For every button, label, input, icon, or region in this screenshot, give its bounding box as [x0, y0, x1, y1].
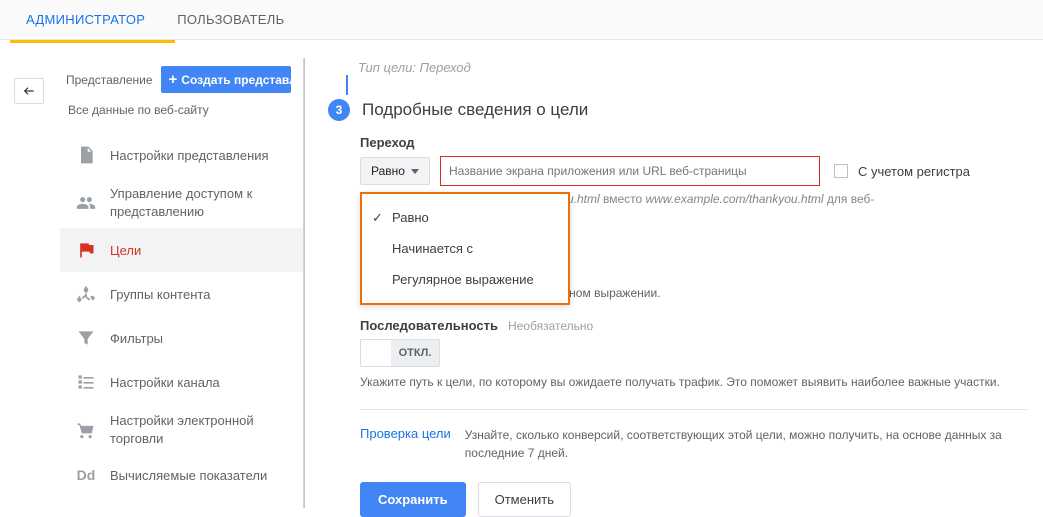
funnel-label: Последовательность [360, 318, 498, 333]
sidebar-item-view-settings[interactable]: Настройки представления [60, 133, 304, 177]
cart-icon [76, 420, 96, 440]
funnel-optional-label: Необязательно [508, 319, 593, 333]
sidebar-item-label: Вычисляемые показатели [110, 468, 267, 483]
top-navigation: АДМИНИСТРАТОР ПОЛЬЗОВАТЕЛЬ [0, 0, 1043, 40]
funnel-toggle[interactable]: ОТКЛ. [360, 339, 440, 367]
view-label: Представление [66, 73, 153, 87]
sidebar-item-ecommerce-settings[interactable]: Настройки электронной торговли [60, 404, 304, 455]
tab-user[interactable]: ПОЛЬЗОВАТЕЛЬ [161, 0, 300, 40]
create-view-label: Создать представл [181, 73, 290, 87]
sidebar-item-content-grouping[interactable]: Группы контента [60, 272, 304, 316]
channel-icon [76, 372, 96, 392]
verify-row: Проверка цели Узнайте, сколько конверсий… [360, 426, 1028, 462]
horizontal-divider [360, 409, 1028, 410]
sidebar-item-label: Цели [110, 243, 141, 258]
sidebar-item-label: Управление доступом к представлению [110, 185, 288, 220]
create-view-button[interactable]: + Создать представл [161, 66, 291, 93]
case-sensitive-label: С учетом регистра [858, 164, 970, 179]
sidebar-item-label: Фильтры [110, 331, 163, 346]
active-tab-underline [10, 40, 175, 43]
step-connector [346, 75, 1028, 95]
match-type-select[interactable]: Равно [360, 157, 430, 185]
sidebar-item-access-management[interactable]: Управление доступом к представлению [60, 177, 304, 228]
flag-icon [76, 240, 96, 260]
funnel-description: Укажите путь к цели, по которому вы ожид… [360, 375, 1028, 389]
view-all-data-link[interactable]: Все данные по веб-сайту [60, 101, 304, 127]
step-number-badge: 3 [328, 99, 350, 121]
save-button[interactable]: Сохранить [360, 482, 466, 517]
sidebar-item-label: Настройки канала [110, 375, 220, 390]
sidebar-item-channel-settings[interactable]: Настройки канала [60, 360, 304, 404]
sidebar-item-label: Настройки электронной торговли [110, 412, 288, 447]
document-icon [76, 145, 96, 165]
dd-icon: Dd [76, 467, 96, 483]
sidebar-item-label: Группы контента [110, 287, 210, 302]
sidebar-item-goals[interactable]: Цели [60, 228, 304, 272]
toggle-track [361, 340, 391, 366]
match-type-dropdown: Равно Начинается с Регулярное выражение [360, 192, 570, 305]
match-option-begins-with[interactable]: Начинается с [362, 233, 568, 264]
destination-row: Равно С учетом регистра Равно Начинается… [360, 156, 1028, 186]
vertical-divider [303, 58, 305, 508]
network-icon [76, 284, 96, 304]
form-actions: Сохранить Отменить [360, 482, 1028, 517]
back-button[interactable] [14, 78, 44, 104]
sidebar: Представление + Создать представл Все да… [60, 58, 304, 495]
tab-administrator[interactable]: АДМИНИСТРАТОР [10, 0, 161, 40]
match-type-selected: Равно [371, 164, 405, 178]
previous-step-summary: Тип цели: Переход [358, 60, 1028, 75]
sidebar-item-label: Настройки представления [110, 148, 269, 163]
view-selector-row: Представление + Создать представл [60, 58, 304, 101]
hint-text: вместо [600, 192, 646, 206]
toggle-off-label: ОТКЛ. [391, 340, 439, 366]
sidebar-nav: Настройки представления Управление досту… [60, 127, 304, 495]
case-sensitive-checkbox[interactable] [834, 164, 848, 178]
plus-icon: + [169, 72, 178, 87]
sidebar-item-calculated-metrics[interactable]: Dd Вычисляемые показатели [60, 455, 304, 495]
arrow-left-icon [20, 84, 38, 98]
sidebar-item-filters[interactable]: Фильтры [60, 316, 304, 360]
match-option-equals[interactable]: Равно [362, 202, 568, 233]
hint-text: для веб- [824, 192, 875, 206]
step-header: 3 Подробные сведения о цели [328, 99, 1028, 121]
verify-goal-link[interactable]: Проверка цели [360, 426, 451, 441]
cancel-button[interactable]: Отменить [478, 482, 571, 517]
funnel-icon [76, 328, 96, 348]
destination-field-label: Переход [360, 135, 1028, 150]
match-option-regex[interactable]: Регулярное выражение [362, 264, 568, 295]
destination-url-input[interactable] [440, 156, 820, 186]
people-icon [76, 193, 96, 213]
chevron-down-icon [411, 169, 419, 174]
verify-goal-description: Узнайте, сколько конверсий, соответствую… [465, 426, 1028, 462]
step-title: Подробные сведения о цели [362, 100, 588, 120]
main-content: Тип цели: Переход 3 Подробные сведения о… [328, 58, 1028, 517]
hint-example: www.example.com/thankyou.html [646, 192, 824, 206]
